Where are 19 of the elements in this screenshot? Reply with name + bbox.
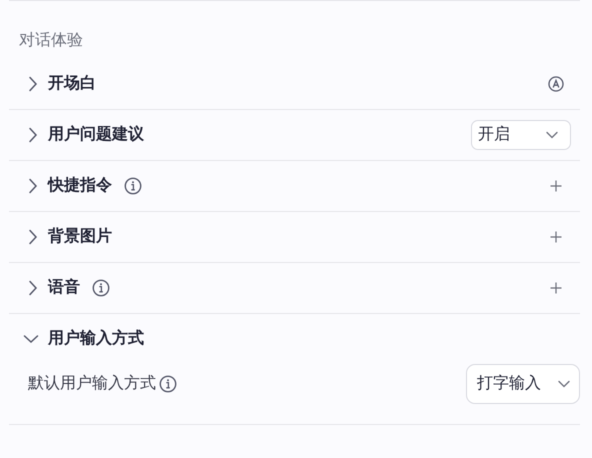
- letter-a-icon: [548, 76, 564, 92]
- item-title[interactable]: 开场白: [48, 72, 96, 96]
- item-title[interactable]: 语音: [48, 276, 80, 300]
- info-icon: [92, 279, 110, 297]
- dropdown[interactable]: 开启: [471, 120, 571, 150]
- item-title[interactable]: 背景图片: [48, 225, 112, 249]
- caret-icon: [546, 131, 558, 139]
- item-title[interactable]: 快捷指令: [48, 174, 112, 198]
- item-title[interactable]: 用户问题建议: [48, 123, 144, 147]
- info-icon: [159, 375, 177, 393]
- info-icon: [124, 177, 142, 195]
- caret-icon: [558, 380, 570, 388]
- setting-label: 默认用户输入方式: [28, 374, 156, 394]
- add-icon[interactable]: [550, 282, 562, 294]
- dropdown[interactable]: 打字输入: [466, 364, 580, 404]
- add-icon[interactable]: [550, 231, 562, 243]
- item-title[interactable]: 用户输入方式: [48, 327, 144, 351]
- add-icon[interactable]: [550, 180, 562, 192]
- section-title: 对话体验: [19, 30, 83, 51]
